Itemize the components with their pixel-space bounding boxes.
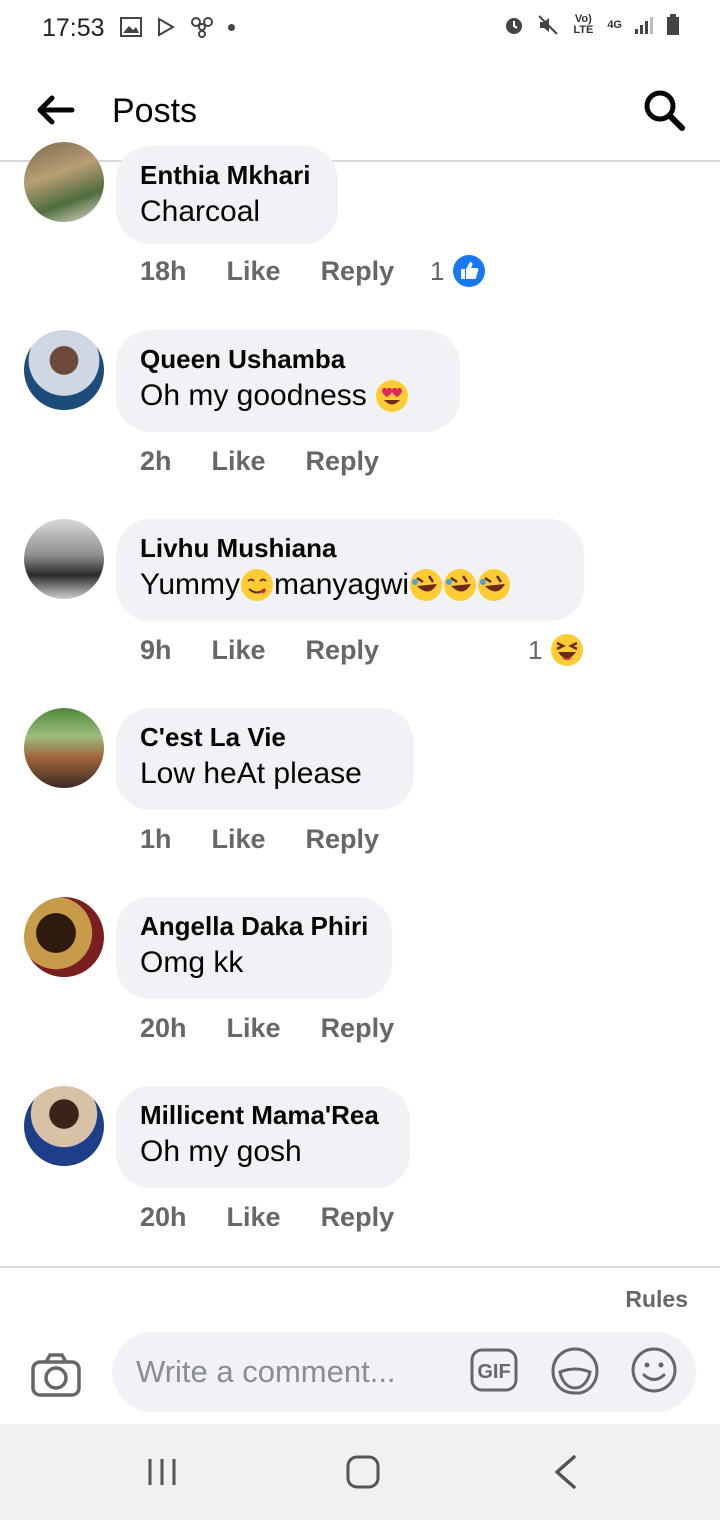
reaction-summary[interactable]: 1 — [430, 254, 486, 288]
comment-time: 2h — [140, 446, 172, 476]
system-nav-bar — [0, 1424, 720, 1520]
status-bar: 17:53 Vo) LTE 4G — [0, 0, 720, 60]
signal-icon — [635, 17, 653, 34]
reaction-count: 1 — [528, 634, 543, 665]
comment-text: Omg kk — [140, 946, 244, 979]
comment-actions: 2h Like Reply — [140, 446, 419, 477]
battery-icon — [667, 14, 679, 35]
like-icon — [453, 255, 486, 287]
comment-actions: 20h Like Reply — [140, 1013, 434, 1044]
comment-bubble[interactable]: Enthia Mkhari Charcoal — [116, 146, 338, 244]
avatar[interactable] — [24, 897, 104, 977]
commenter-name[interactable]: Queen Ushamba — [140, 342, 436, 376]
pinwheel-icon — [191, 17, 213, 38]
status-time: 17:53 — [42, 14, 105, 42]
avatar[interactable] — [24, 1086, 104, 1166]
commenter-name[interactable]: Enthia Mkhari — [140, 158, 314, 192]
like-button[interactable]: Like — [212, 446, 266, 477]
reply-button[interactable]: Reply — [321, 1202, 395, 1233]
comment-text: Yummy manyagwi — [140, 565, 560, 605]
mute-icon — [538, 15, 559, 35]
gif-button[interactable]: GIF — [470, 1348, 518, 1392]
commenter-name[interactable]: Angella Daka Phiri — [140, 909, 368, 943]
reply-button[interactable]: Reply — [321, 1013, 395, 1044]
comment-actions: 20h Like Reply — [140, 1202, 434, 1233]
commenter-name[interactable]: Livhu Mushiana — [140, 531, 560, 565]
comment-actions: 18h Like Reply — [140, 256, 434, 287]
comment-bubble[interactable]: Angella Daka Phiri Omg kk — [116, 897, 392, 999]
avatar[interactable] — [24, 330, 104, 410]
comment-bubble[interactable]: Livhu Mushiana Yummy manyagwi — [116, 519, 584, 621]
commenter-name[interactable]: C'est La Vie — [140, 720, 390, 754]
comment-bubble[interactable]: C'est La Vie Low heAt please — [116, 708, 414, 810]
network-type: 4G — [607, 19, 622, 31]
haha-icon — [551, 634, 584, 666]
notification-dot — [228, 23, 235, 31]
play-store-icon — [158, 17, 176, 37]
reaction-summary[interactable]: 1 — [528, 633, 584, 667]
comment-input[interactable]: Write a comment... — [136, 1354, 396, 1390]
comment-text-body: Oh my goodness — [140, 379, 367, 412]
camera-icon[interactable] — [30, 1352, 82, 1398]
comment-text: Low heAt please — [140, 757, 362, 790]
comment-time: 20h — [140, 1202, 187, 1232]
search-icon[interactable] — [642, 88, 686, 132]
comment-text-part-1: Yummy — [140, 568, 241, 601]
comment-actions: 1h Like Reply — [140, 824, 419, 855]
like-button[interactable]: Like — [212, 635, 266, 666]
yum-emoji — [241, 569, 274, 601]
recent-apps-icon[interactable] — [146, 1456, 178, 1488]
reply-button[interactable]: Reply — [306, 824, 380, 855]
rofl-emoji — [478, 569, 511, 601]
comment-time: 9h — [140, 635, 172, 665]
network-label: Vo) LTE — [573, 13, 594, 36]
comment-composer[interactable]: Write a comment... GIF — [112, 1332, 696, 1412]
comment-time: 20h — [140, 1013, 187, 1043]
comment-bubble[interactable]: Queen Ushamba Oh my goodness — [116, 330, 460, 432]
reaction-count: 1 — [430, 255, 445, 286]
like-button[interactable]: Like — [227, 256, 281, 287]
page-title: Posts — [112, 92, 198, 130]
home-icon[interactable] — [345, 1454, 381, 1490]
comment-time: 18h — [140, 256, 187, 286]
comment-text-part-2: manyagwi — [274, 568, 410, 601]
avatar[interactable] — [24, 142, 104, 222]
composer-divider — [0, 1266, 720, 1268]
emoji-icon[interactable] — [630, 1346, 678, 1394]
alarm-icon — [506, 18, 523, 34]
rofl-emoji — [410, 569, 443, 601]
reply-button[interactable]: Reply — [306, 446, 380, 477]
avatar[interactable] — [24, 519, 104, 599]
status-left-icons — [120, 16, 235, 38]
gallery-icon — [120, 17, 142, 37]
like-button[interactable]: Like — [212, 824, 266, 855]
like-button[interactable]: Like — [227, 1013, 281, 1044]
top-app-bar: Posts — [0, 60, 720, 162]
reply-button[interactable]: Reply — [306, 635, 380, 666]
nav-back-icon[interactable] — [552, 1454, 578, 1490]
gif-label: GIF — [477, 1361, 510, 1383]
comment-bubble[interactable]: Millicent Mama'Rea Oh my gosh — [116, 1086, 410, 1188]
comment-actions: 9h Like Reply — [140, 635, 419, 666]
avatar[interactable] — [24, 708, 104, 788]
heart-eyes-emoji — [376, 380, 409, 412]
like-button[interactable]: Like — [227, 1202, 281, 1233]
sticker-icon[interactable] — [550, 1346, 600, 1396]
comment-time: 1h — [140, 824, 172, 854]
comment-text: Oh my goodness — [140, 376, 436, 416]
reply-button[interactable]: Reply — [321, 256, 395, 287]
rules-link[interactable]: Rules — [625, 1286, 688, 1313]
rofl-emoji — [444, 569, 477, 601]
status-right-icons: Vo) LTE 4G — [503, 14, 680, 36]
comment-text: Charcoal — [140, 195, 261, 228]
comment-text: Oh my gosh — [140, 1135, 302, 1168]
commenter-name[interactable]: Millicent Mama'Rea — [140, 1098, 386, 1132]
back-arrow-icon[interactable] — [36, 94, 76, 126]
